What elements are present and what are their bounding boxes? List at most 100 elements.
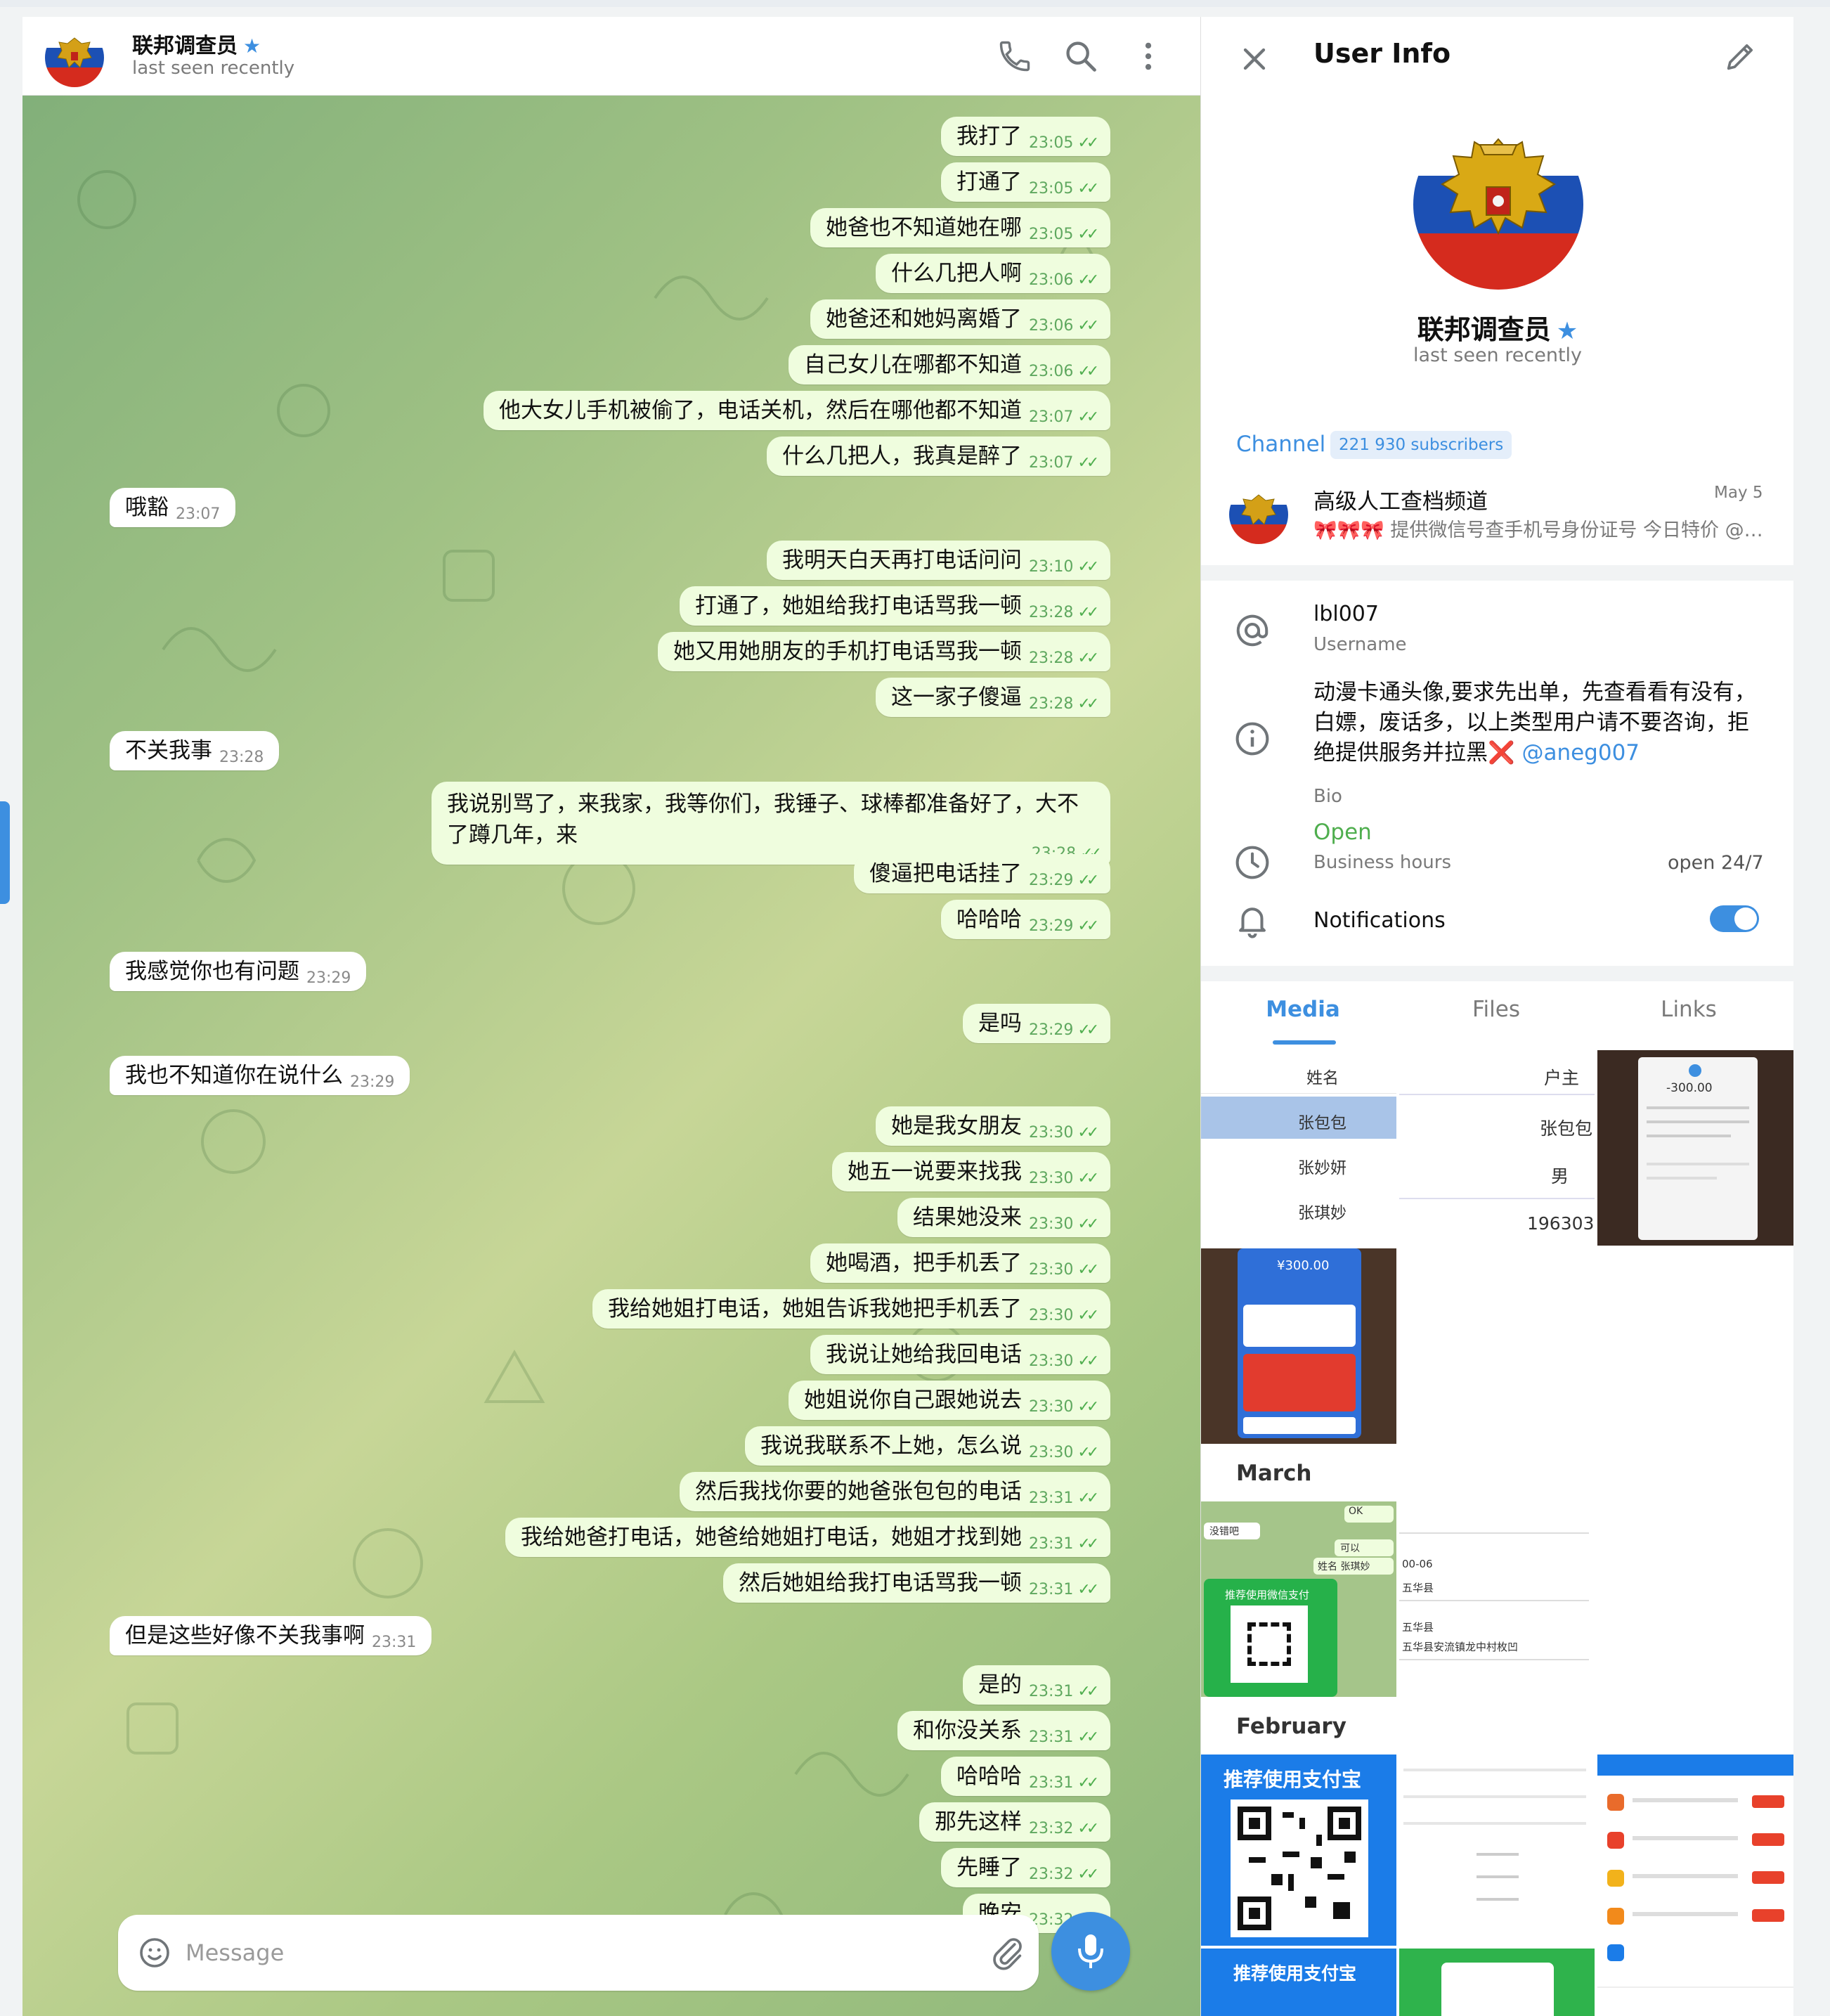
outgoing-message[interactable]: 什么几把人啊 23:06 ✓✓ <box>876 254 1111 293</box>
media-thumbnail[interactable] <box>1399 1949 1595 2016</box>
outgoing-message[interactable]: 她爸还和她妈离婚了 23:06 ✓✓ <box>810 299 1111 339</box>
message-meta: 23:31 ✓✓ <box>1022 1718 1099 1746</box>
message-time: 23:31 <box>1029 1683 1074 1700</box>
message-time: 23:06 <box>1029 363 1074 380</box>
incoming-message[interactable]: 不关我事 23:28 <box>110 731 280 770</box>
outgoing-message[interactable]: 这一家子傻逼 23:28 ✓✓ <box>876 678 1111 717</box>
channel-avatar <box>1229 485 1288 544</box>
outgoing-message[interactable]: 她爸也不知道她在哪 23:05 ✓✓ <box>810 208 1111 247</box>
message-meta: 23:10 ✓✓ <box>1022 548 1099 576</box>
outgoing-message[interactable]: 我给她爸打电话，她爸给她姐打电话，她姐才找到她 23:31 ✓✓ <box>505 1518 1111 1557</box>
outgoing-message[interactable]: 她喝酒，把手机丢了 23:30 ✓✓ <box>810 1243 1111 1283</box>
message-meta: 23:32✓✓ <box>1022 1809 1099 1837</box>
thumb-text: 张包包 <box>1298 1114 1346 1132</box>
media-thumbnail[interactable] <box>1597 1755 1793 2016</box>
voice-record-button[interactable] <box>1051 1912 1130 1991</box>
outgoing-message[interactable]: 和你没关系 23:31 ✓✓ <box>897 1711 1111 1750</box>
message-meta: 23:05 ✓✓ <box>1022 169 1099 198</box>
message-text: 我明天白天再打电话问问 <box>782 548 1022 573</box>
incoming-message[interactable]: 哦豁 23:07 <box>110 488 236 527</box>
message-text: 哈哈哈 <box>956 907 1022 932</box>
outgoing-message[interactable]: 打通了，她姐给我打电话骂我一顿 23:28 ✓✓ <box>680 586 1111 626</box>
edit-button[interactable] <box>1722 38 1759 75</box>
read-checks-icon: ✓✓ <box>1077 1398 1099 1416</box>
outgoing-message[interactable]: 我给她姐打电话，她姐告诉我她把手机丢了 23:30 ✓✓ <box>592 1289 1111 1329</box>
more-menu-button[interactable] <box>1130 38 1167 75</box>
outgoing-message[interactable]: 然后她姐给我打电话骂我一顿 23:31 ✓✓ <box>723 1563 1111 1603</box>
media-thumbnail[interactable]: 推荐使用支付宝 <box>1201 1755 1396 1946</box>
outgoing-message[interactable]: 她姐说你自己跟她说去 23:30 ✓✓ <box>789 1381 1111 1420</box>
message-text: 我打了 <box>956 124 1022 149</box>
chat-title[interactable]: 联邦调查员 ★ <box>132 28 261 59</box>
username-label: Username <box>1313 634 1407 655</box>
message-time: 23:31 <box>1029 1581 1074 1598</box>
message-meta: 23:31 ✓✓ <box>1022 1570 1099 1598</box>
outgoing-message[interactable]: 她又用她朋友的手机打电话骂我一顿 23:28 ✓✓ <box>658 632 1111 671</box>
outgoing-message[interactable]: 我打了 23:05 ✓✓ <box>941 117 1111 156</box>
message-meta: 23:32✓✓ <box>1022 1855 1099 1883</box>
notifications-toggle[interactable] <box>1710 905 1759 932</box>
outgoing-message[interactable]: 他大女儿手机被偷了，电话关机，然后在哪他都不知道 23:07 ✓✓ <box>484 391 1111 430</box>
outgoing-message[interactable]: 我说我联系不上她，怎么说 23:30 ✓✓ <box>745 1426 1111 1466</box>
outgoing-message[interactable]: 我明天白天再打电话问问 23:10 ✓✓ <box>767 541 1111 580</box>
verified-star-icon: ★ <box>243 34 261 58</box>
message-time: 23:30 <box>1029 1124 1074 1142</box>
tab-media[interactable]: Media <box>1233 997 1373 1022</box>
outgoing-message[interactable]: 那先这样 23:32 ✓✓ <box>919 1802 1111 1842</box>
chat-status: last seen recently <box>132 58 295 79</box>
hours-status: Open <box>1313 820 1372 845</box>
message-input[interactable] <box>186 1936 959 1970</box>
outgoing-message[interactable]: 然后我找你要的她爸张包包的电话 23:31 ✓✓ <box>680 1472 1111 1511</box>
search-button[interactable] <box>1063 38 1099 75</box>
close-button[interactable] <box>1236 41 1273 77</box>
message-text: 自己女儿在哪都不知道 <box>804 352 1022 377</box>
message-time: 23:29 <box>1029 917 1074 935</box>
attach-button[interactable] <box>989 1934 1026 1971</box>
close-icon <box>1243 48 1266 70</box>
media-thumbnail[interactable]: 00-06 五华县 五华县 五华县安流镇龙中村枚凹 <box>1399 1501 1595 1697</box>
outgoing-message[interactable]: 什么几把人，我真是醉了 23:07 ✓✓ <box>767 437 1111 476</box>
contact-avatar[interactable] <box>45 28 104 87</box>
emoji-button[interactable] <box>138 1936 171 1970</box>
read-checks-icon: ✓✓ <box>1077 363 1099 380</box>
incoming-message[interactable]: 我感觉你也有问题 23:29 <box>110 952 367 991</box>
profile-avatar[interactable] <box>1413 119 1583 290</box>
media-thumbnail[interactable]: OK 没错吧 可以 姓名 张琪妙 推荐使用微信支付 <box>1201 1501 1396 1697</box>
media-thumbnail[interactable] <box>1399 1755 1595 1946</box>
outgoing-message[interactable]: 是的 23:31 ✓✓ <box>963 1665 1111 1705</box>
media-thumbnail[interactable]: 户主 张包包 男 1963031 <box>1399 1050 1595 1246</box>
outgoing-message[interactable]: 先睡了 23:32 ✓✓ <box>941 1848 1111 1887</box>
outgoing-message[interactable]: 傻逼把电话挂了 23:29 ✓✓ <box>854 854 1111 893</box>
media-thumbnail[interactable]: 推荐使用支付宝 <box>1201 1949 1396 2016</box>
tab-links[interactable]: Links <box>1618 997 1759 1022</box>
toggle-knob <box>1734 907 1757 930</box>
outgoing-message[interactable]: 哈哈哈 23:31 ✓✓ <box>941 1757 1111 1796</box>
outgoing-message[interactable]: 她是我女朋友 23:30 ✓✓ <box>876 1106 1111 1146</box>
read-checks-icon: ✓✓ <box>1077 1215 1099 1233</box>
outgoing-message[interactable]: 我说让她给我回电话 23:30 ✓✓ <box>810 1335 1111 1374</box>
outgoing-message[interactable]: 哈哈哈 23:29 ✓✓ <box>941 900 1111 939</box>
incoming-message[interactable]: 但是这些好像不关我事啊 23:31 <box>110 1616 432 1655</box>
more-vertical-icon <box>1145 42 1152 70</box>
outgoing-message[interactable]: 我说别骂了，来我家，我等你们，我锤子、球棒都准备好了，大不了蹲几年，来23:28… <box>431 782 1110 865</box>
outgoing-message[interactable]: 自己女儿在哪都不知道 23:06 ✓✓ <box>789 345 1111 385</box>
message-text: 是吗 <box>978 1011 1022 1036</box>
media-thumbnail[interactable]: -300.00 <box>1597 1050 1793 1246</box>
message-meta: 23:29 ✓✓ <box>1022 1011 1099 1039</box>
side-handle[interactable] <box>0 801 10 904</box>
outgoing-message[interactable]: 打通了 23:05 ✓✓ <box>941 162 1111 202</box>
outgoing-message[interactable]: 是吗 23:29 ✓✓ <box>963 1004 1111 1043</box>
media-thumbnail[interactable]: ¥300.00 <box>1201 1248 1396 1444</box>
chat-area: 联邦调查员 ★ last seen recently 我打了 23:05 ✓✓ 打通了 2… <box>22 17 1200 2016</box>
bio-mention-link[interactable]: @aneg007 <box>1521 740 1640 765</box>
bio-text: 动漫卡通头像,要求先出单，先查看看有没有，白嫖，废话多，以上类型用户请不要咨询，… <box>1313 680 1756 765</box>
media-thumbnail[interactable]: 姓名 张包包 张妙妍 张琪妙 <box>1201 1050 1396 1246</box>
message-text: 然后我找你要的她爸张包包的电话 <box>695 1479 1022 1504</box>
incoming-message[interactable]: 我也不知道你在说什么 23:29 <box>110 1056 410 1095</box>
outgoing-message[interactable]: 结果她没来 23:30 ✓✓ <box>897 1198 1111 1237</box>
tab-files[interactable]: Files <box>1426 997 1566 1022</box>
read-checks-icon: ✓✓ <box>1077 454 1099 472</box>
message-meta: 23:07 ✓✓ <box>1022 398 1099 426</box>
phone-call-button[interactable] <box>997 38 1033 75</box>
outgoing-message[interactable]: 她五一说要来找我 23:30 ✓✓ <box>832 1152 1111 1191</box>
